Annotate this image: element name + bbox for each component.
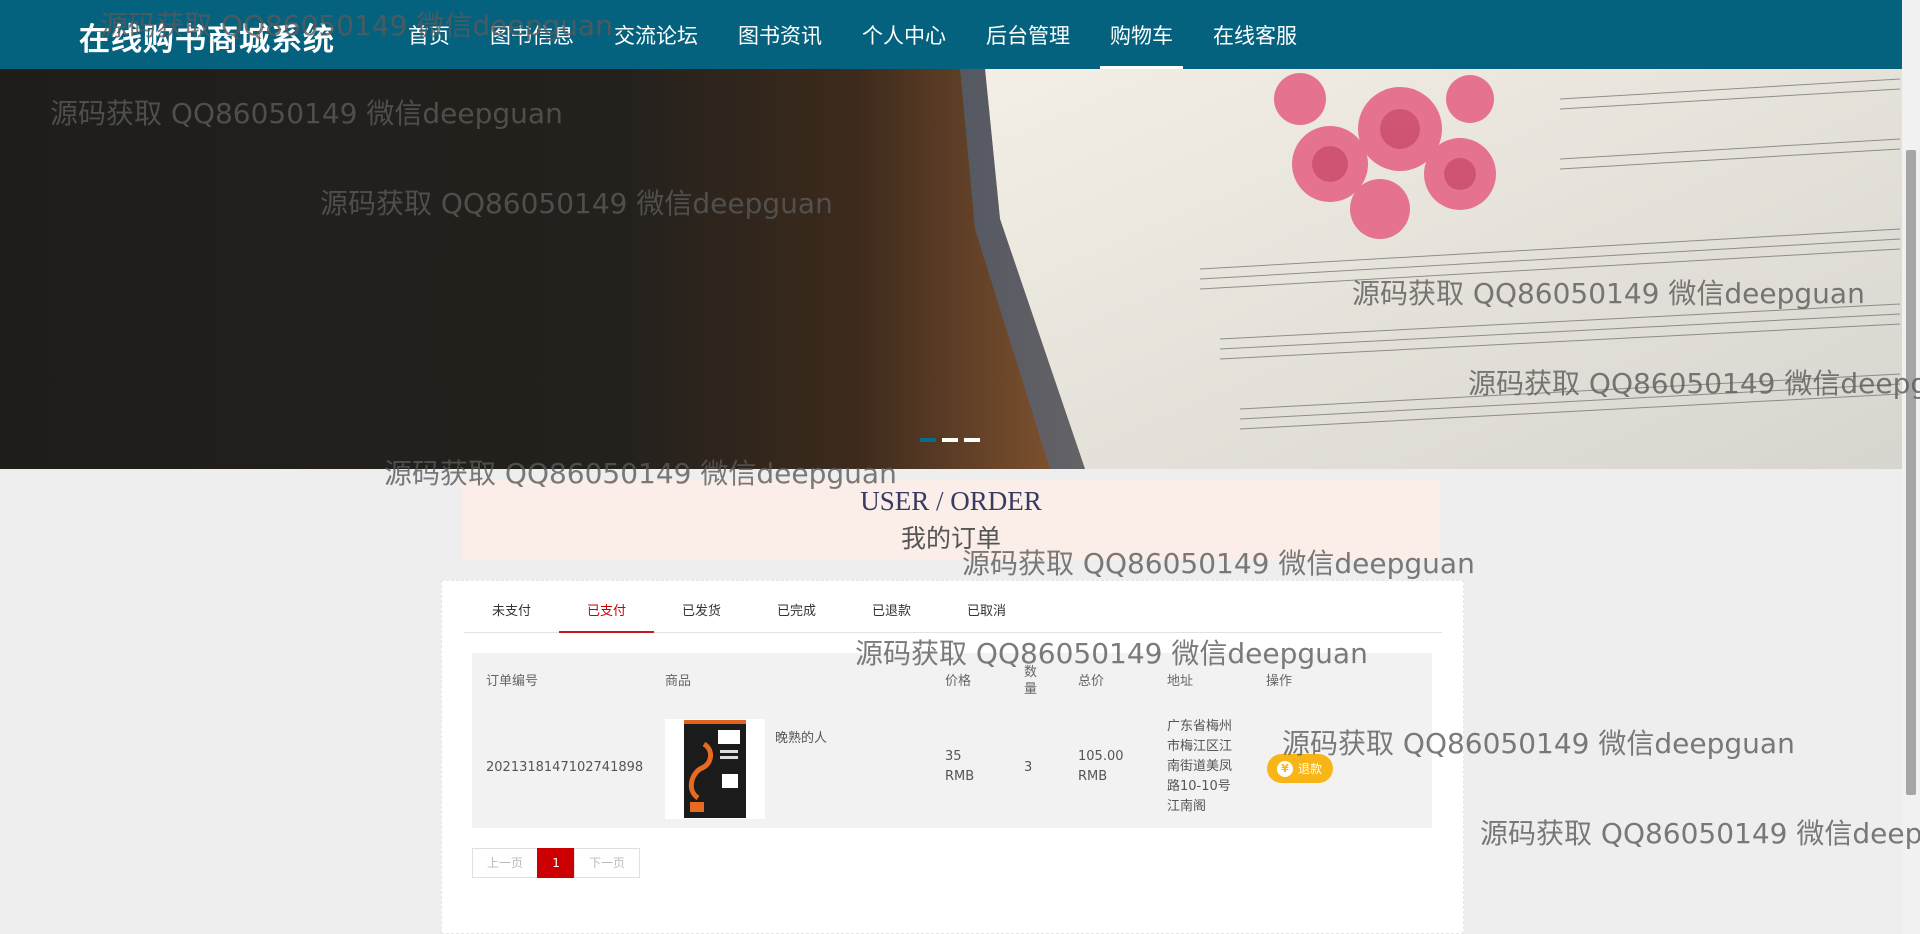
product-name[interactable]: 晚熟的人 <box>775 729 827 749</box>
nav-forum[interactable]: 交流论坛 <box>594 0 718 69</box>
nav-home[interactable]: 首页 <box>388 0 470 69</box>
nav-book-info[interactable]: 图书信息 <box>470 0 594 69</box>
section-title-en: USER / ORDER <box>860 486 1042 516</box>
header-price: 价格 <box>945 674 972 689</box>
site-brand[interactable]: 在线购书商城系统 <box>79 14 335 59</box>
header-total: 总价 <box>1078 674 1105 689</box>
book-cover-image <box>684 720 746 818</box>
nav-book-news[interactable]: 图书资讯 <box>718 0 842 69</box>
tab-paid[interactable]: 已支付 <box>559 593 654 633</box>
main-nav: 首页 图书信息 交流论坛 图书资讯 个人中心 后台管理 购物车 在线客服 <box>388 0 1317 69</box>
header-order-no: 订单编号 <box>486 674 539 689</box>
nav-cart[interactable]: 购物车 <box>1090 0 1193 69</box>
banner-image <box>0 69 1902 469</box>
carousel-dots <box>920 438 980 442</box>
header-quantity: 数量 <box>1024 665 1038 697</box>
pagination: 上一页 1 下一页 <box>472 848 641 878</box>
order-status-tabs: 未支付 已支付 已发货 已完成 已退款 已取消 <box>464 593 1442 633</box>
shipping-address: 广东省梅州市梅江区江南街道美凤路10-10号江南阁 <box>1167 719 1233 814</box>
quantity-value: 3 <box>1024 760 1033 775</box>
header-address: 地址 <box>1167 674 1194 689</box>
tab-completed[interactable]: 已完成 <box>749 593 844 632</box>
nav-admin[interactable]: 后台管理 <box>966 0 1090 69</box>
carousel-dot-3[interactable] <box>964 438 980 442</box>
orders-table: 订单编号 商品 价格 数量 总价 地址 操作 20213181471027418… <box>472 653 1432 828</box>
header-product: 商品 <box>665 674 692 689</box>
prev-page-button[interactable]: 上一页 <box>472 848 539 878</box>
tab-shipped[interactable]: 已发货 <box>654 593 749 632</box>
carousel-dot-2[interactable] <box>942 438 958 442</box>
tab-unpaid[interactable]: 未支付 <box>464 593 559 632</box>
product-thumbnail[interactable] <box>665 719 765 819</box>
watermark-text: 源码获取 QQ86050149 微信deepguan <box>1480 817 1920 850</box>
refund-button[interactable]: ¥ 退款 <box>1267 754 1333 783</box>
tab-refunded[interactable]: 已退款 <box>844 593 939 632</box>
carousel-dot-1[interactable] <box>920 438 936 442</box>
tab-cancelled[interactable]: 已取消 <box>939 593 1034 632</box>
section-title-zh: 我的订单 <box>900 524 1001 553</box>
header-action: 操作 <box>1266 674 1293 689</box>
refund-button-label: 退款 <box>1298 762 1323 776</box>
banner-carousel[interactable] <box>0 69 1902 469</box>
next-page-button[interactable]: 下一页 <box>574 848 641 878</box>
total-price: 105.00 RMB <box>1078 749 1124 784</box>
order-number: 2021318147102741898 <box>486 760 644 775</box>
scrollbar-thumb[interactable] <box>1906 150 1916 795</box>
top-navbar: 在线购书商城系统 首页 图书信息 交流论坛 图书资讯 个人中心 后台管理 购物车… <box>0 0 1902 69</box>
section-title: USER / ORDER 我的订单 <box>462 480 1440 560</box>
orders-card: 未支付 已支付 已发货 已完成 已退款 已取消 订单编号 商品 价格 数量 总价… <box>441 580 1464 934</box>
nav-customer-service[interactable]: 在线客服 <box>1193 0 1317 69</box>
page-1-button[interactable]: 1 <box>537 848 576 878</box>
page-scrollbar[interactable] <box>1902 0 1920 934</box>
nav-personal-center[interactable]: 个人中心 <box>842 0 966 69</box>
unit-price: 35 RMB <box>945 749 975 784</box>
yen-icon: ¥ <box>1277 760 1293 777</box>
